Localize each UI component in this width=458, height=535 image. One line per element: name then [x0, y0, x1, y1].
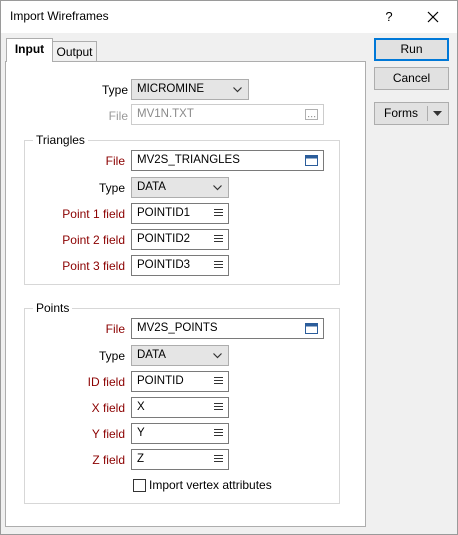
- close-icon: [427, 11, 439, 23]
- tab-input[interactable]: Input: [6, 38, 53, 62]
- chevron-down-icon: [233, 87, 242, 93]
- triangles-group-title: Triangles: [33, 133, 88, 147]
- point3-field-value: POINTID3: [137, 259, 191, 271]
- point3-field[interactable]: POINTID3: [131, 255, 229, 276]
- file-field-value: MV1N.TXT: [137, 108, 194, 120]
- title-bar: Import Wireframes ?: [1, 1, 457, 33]
- id-field-label: ID field: [87, 375, 125, 389]
- table-icon[interactable]: [305, 323, 318, 334]
- list-icon[interactable]: [214, 234, 223, 243]
- file-field: MV1N.TXT: [131, 104, 324, 125]
- id-field[interactable]: POINTID: [131, 371, 229, 392]
- run-button[interactable]: Run: [374, 38, 449, 61]
- file-label: File: [108, 109, 128, 123]
- z-field-label: Z field: [92, 453, 125, 467]
- x-field[interactable]: X: [131, 397, 229, 418]
- help-button[interactable]: ?: [377, 5, 401, 29]
- triangles-type-label: Type: [98, 181, 125, 195]
- points-type-value: DATA: [137, 349, 166, 361]
- points-file-field[interactable]: MV2S_POINTS: [131, 318, 324, 339]
- triangles-file-field[interactable]: MV2S_TRIANGLES: [131, 150, 324, 171]
- triangles-type-value: DATA: [137, 181, 166, 193]
- dialog-window: Import Wireframes ? Input Output Type MI…: [0, 0, 458, 535]
- triangles-file-value: MV2S_TRIANGLES: [137, 154, 240, 166]
- point1-field-value: POINTID1: [137, 207, 191, 219]
- tab-output[interactable]: Output: [53, 41, 97, 63]
- type-select-value: MICROMINE: [137, 83, 205, 95]
- window-title: Import Wireframes: [10, 9, 109, 23]
- triangles-group: Triangles File MV2S_TRIANGLES Type DATA …: [24, 133, 340, 285]
- table-icon[interactable]: [305, 155, 318, 166]
- type-select[interactable]: MICROMINE: [131, 79, 249, 100]
- triangles-type-select[interactable]: DATA: [131, 177, 229, 198]
- y-field-value: Y: [137, 427, 145, 439]
- list-icon[interactable]: [214, 376, 223, 385]
- type-label: Type: [101, 83, 128, 97]
- y-field-label: Y field: [91, 427, 125, 441]
- points-type-label: Type: [98, 349, 125, 363]
- x-field-label: X field: [91, 401, 125, 415]
- list-icon[interactable]: [214, 260, 223, 269]
- triangles-file-label: File: [105, 154, 125, 168]
- browse-icon: [305, 109, 318, 120]
- point2-field[interactable]: POINTID2: [131, 229, 229, 250]
- y-field[interactable]: Y: [131, 423, 229, 444]
- forms-divider: [427, 106, 428, 121]
- points-group-title: Points: [33, 301, 73, 315]
- point3-field-label: Point 3 field: [62, 259, 125, 273]
- point1-field[interactable]: POINTID1: [131, 203, 229, 224]
- z-field[interactable]: Z: [131, 449, 229, 470]
- points-file-label: File: [105, 322, 125, 336]
- z-field-value: Z: [137, 453, 145, 465]
- list-icon[interactable]: [214, 428, 223, 437]
- points-type-select[interactable]: DATA: [131, 345, 229, 366]
- point2-field-label: Point 2 field: [62, 233, 125, 247]
- list-icon[interactable]: [214, 454, 223, 463]
- forms-button[interactable]: Forms: [374, 102, 449, 125]
- point2-field-value: POINTID2: [137, 233, 191, 245]
- close-button[interactable]: [417, 5, 449, 29]
- chevron-down-icon: [213, 353, 222, 359]
- list-icon[interactable]: [214, 402, 223, 411]
- points-file-value: MV2S_POINTS: [137, 322, 218, 334]
- import-vertex-attributes-checkbox[interactable]: [133, 479, 146, 492]
- forms-button-label: Forms: [384, 106, 418, 120]
- dropdown-arrow-icon[interactable]: [433, 111, 442, 116]
- import-vertex-attributes-label[interactable]: Import vertex attributes: [149, 478, 272, 492]
- list-icon[interactable]: [214, 208, 223, 217]
- point1-field-label: Point 1 field: [62, 207, 125, 221]
- cancel-button[interactable]: Cancel: [374, 67, 449, 90]
- input-tab-panel: Type MICROMINE File MV1N.TXT Triangles F…: [5, 61, 366, 527]
- id-field-value: POINTID: [137, 375, 184, 387]
- points-group: Points File MV2S_POINTS Type DATA ID fie…: [24, 301, 340, 504]
- chevron-down-icon: [213, 185, 222, 191]
- x-field-value: X: [137, 401, 145, 413]
